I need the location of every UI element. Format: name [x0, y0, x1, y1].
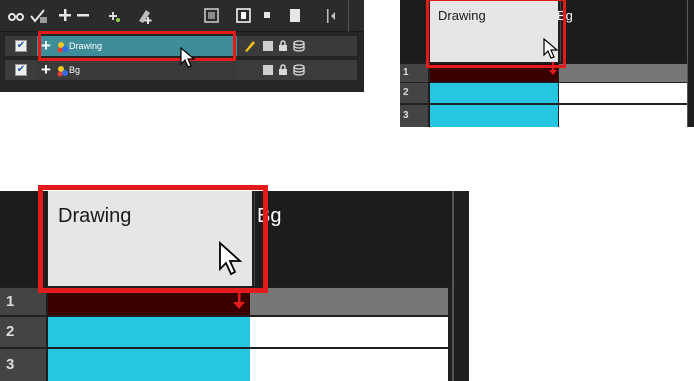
frame-cell-drawing[interactable]: [430, 105, 558, 127]
colour-icon[interactable]: [204, 8, 220, 24]
row-number: 1: [400, 64, 428, 82]
pencil-icon[interactable]: [243, 39, 257, 53]
mouse-cursor-icon: [180, 47, 196, 68]
selection-highlight: [38, 31, 236, 61]
large-square-icon[interactable]: [290, 9, 300, 22]
row-number: 2: [400, 83, 428, 103]
frame-cell-bg[interactable]: [250, 288, 448, 315]
xsheet-small: Drawing Bg 1 2 3: [400, 0, 694, 127]
add-peg-icon[interactable]: [106, 8, 122, 24]
column-header-bg[interactable]: Bg: [557, 0, 686, 62]
add-layer-icon[interactable]: [58, 8, 72, 24]
column-divider: [452, 191, 454, 381]
layer-toolbar: [0, 0, 364, 32]
database-icon[interactable]: [293, 64, 305, 76]
lock-icon[interactable]: [278, 40, 288, 52]
lock-all-icon[interactable]: [236, 8, 252, 24]
mouse-cursor-icon: [543, 38, 559, 59]
frame-cell-drawing[interactable]: [48, 349, 250, 381]
remove-layer-icon[interactable]: [76, 8, 90, 24]
row-number: 2: [0, 317, 46, 347]
column-divider: [687, 0, 688, 127]
colour-swatch[interactable]: [263, 65, 273, 75]
show-all-icon[interactable]: [8, 9, 24, 23]
column-header-bg[interactable]: Bg: [254, 191, 452, 286]
database-icon[interactable]: [293, 40, 305, 52]
add-drawing-icon[interactable]: [136, 7, 154, 25]
layer-enable-checkbox[interactable]: ✔: [15, 40, 27, 52]
row-number: 3: [400, 105, 428, 127]
small-square-icon[interactable]: [264, 12, 270, 18]
frame-cell-drawing[interactable]: [48, 317, 250, 347]
layer-name: Bg: [69, 65, 81, 75]
layer-panel: ✔ + Drawing ✔ + Bg: [0, 0, 364, 92]
xsheet-corner: [400, 0, 428, 62]
mouse-cursor-icon: [219, 241, 243, 276]
drag-arrow-icon: [233, 291, 245, 309]
frame-cell-drawing[interactable]: [430, 83, 558, 103]
row-number: 3: [0, 349, 46, 381]
lock-icon[interactable]: [278, 64, 288, 76]
colour-swatch[interactable]: [263, 41, 273, 51]
frame-cell-bg[interactable]: [559, 83, 687, 103]
frame-cell-bg[interactable]: [250, 317, 448, 347]
drawing-layer-icon: [57, 66, 68, 77]
layer-enable-checkbox[interactable]: ✔: [15, 64, 27, 76]
frame-cell-bg[interactable]: [559, 64, 687, 82]
expand-icon[interactable]: [326, 8, 338, 24]
xsheet-large: Drawing Bg 1 2 3: [0, 185, 469, 381]
enable-all-icon[interactable]: [30, 8, 48, 24]
frame-cell-bg[interactable]: [250, 349, 448, 381]
toolbar-divider: [348, 0, 349, 32]
peg-icon: +: [41, 60, 51, 79]
frame-cell-bg[interactable]: [559, 105, 687, 127]
